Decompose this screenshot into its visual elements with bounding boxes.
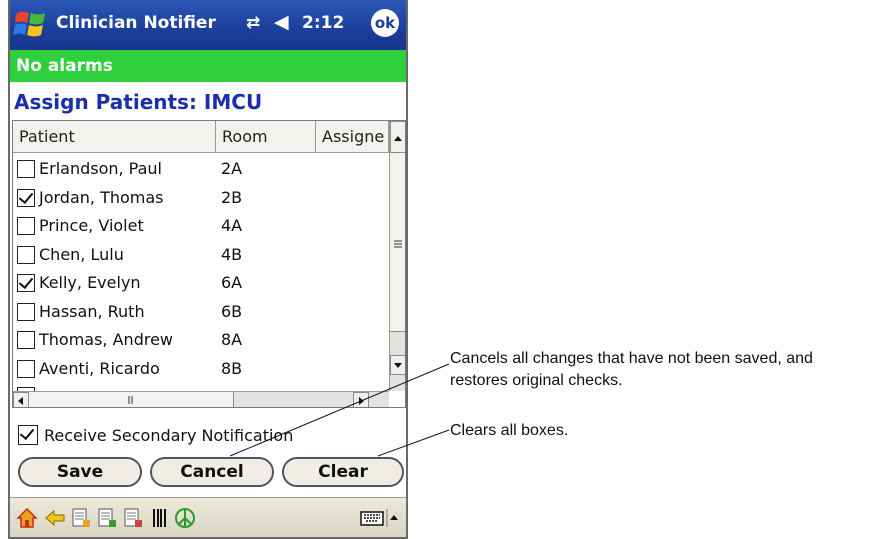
clear-callout-line xyxy=(377,429,450,457)
cancel-annotation-line2: restores original checks. xyxy=(450,372,623,389)
cancel-annotation: Cancels all changes that have not been s… xyxy=(450,348,813,392)
callout-lines xyxy=(229,363,450,457)
clear-annotation: Clears all boxes. xyxy=(450,422,569,439)
cancel-annotation-line1: Cancels all changes that have not been s… xyxy=(450,350,813,367)
